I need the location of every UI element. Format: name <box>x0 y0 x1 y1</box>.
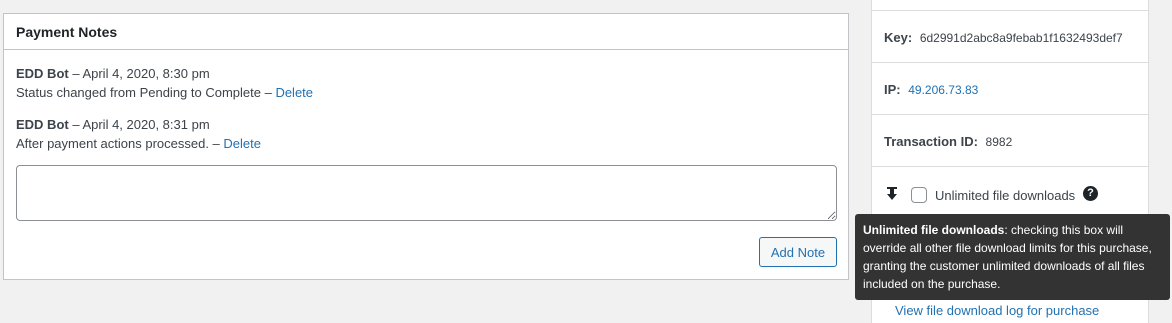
note-text: After payment actions processed. – <box>16 136 224 151</box>
view-download-log-link[interactable]: View file download log for purchase <box>895 303 1099 318</box>
note-author: EDD Bot <box>16 117 69 132</box>
transaction-value: 8982 <box>985 135 1013 149</box>
add-note-button[interactable]: Add Note <box>759 237 837 267</box>
key-label: Key: <box>884 30 913 45</box>
payment-notes-title: Payment Notes <box>4 14 848 50</box>
payment-notes-box: Payment Notes EDD Bot – April 4, 2020, 8… <box>3 13 849 280</box>
note-body: After payment actions processed. – Delet… <box>16 134 261 153</box>
transaction-row: Transaction ID: 8982 <box>872 115 1148 167</box>
note-date: – April 4, 2020, 8:30 pm <box>68 66 210 81</box>
delete-note-link[interactable]: Delete <box>223 136 261 151</box>
download-icon <box>884 186 900 202</box>
note-date: – April 4, 2020, 8:31 pm <box>68 117 210 132</box>
note-meta: EDD Bot – April 4, 2020, 8:30 pm <box>16 64 313 83</box>
note-text: Status changed from Pending to Complete … <box>16 85 276 100</box>
tooltip-title: Unlimited file downloads <box>863 223 1005 237</box>
ip-label: IP: <box>884 82 901 97</box>
transaction-label: Transaction ID: <box>884 134 978 149</box>
help-icon[interactable]: ? <box>1083 186 1098 201</box>
note-body: Status changed from Pending to Complete … <box>16 83 313 102</box>
note-item: EDD Bot – April 4, 2020, 8:31 pm After p… <box>16 115 261 153</box>
note-item: EDD Bot – April 4, 2020, 8:30 pm Status … <box>16 64 313 102</box>
key-value: 6d2991d2abc8a9febab1f1632493def7 <box>919 31 1123 45</box>
key-row: Key: 6d2991d2abc8a9febab1f1632493def7 <box>872 11 1148 63</box>
new-note-textarea[interactable] <box>16 165 837 221</box>
ip-link[interactable]: 49.206.73.83 <box>908 83 978 97</box>
sidebar-divider <box>872 0 1148 11</box>
ip-row: IP: 49.206.73.83 <box>872 63 1148 115</box>
unlimited-downloads-tooltip: Unlimited file downloads: checking this … <box>855 214 1170 300</box>
note-author: EDD Bot <box>16 66 69 81</box>
note-meta: EDD Bot – April 4, 2020, 8:31 pm <box>16 115 261 134</box>
unlimited-downloads-checkbox[interactable] <box>911 187 927 203</box>
unlimited-downloads-label[interactable]: Unlimited file downloads <box>935 188 1075 203</box>
delete-note-link[interactable]: Delete <box>275 85 313 100</box>
